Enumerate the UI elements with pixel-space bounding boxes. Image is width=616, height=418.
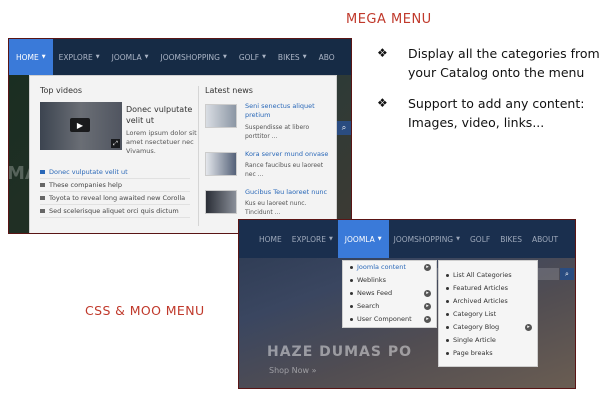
joomla-content-submenu: List All Categories Featured Articles Ar… bbox=[438, 260, 538, 367]
bullet-icon bbox=[446, 352, 449, 355]
hero-title: HAZE DUMAS PO bbox=[267, 344, 413, 360]
submenu-item[interactable]: Category Blog ▸ bbox=[439, 321, 537, 334]
submenu-item[interactable]: Archived Articles bbox=[439, 295, 537, 308]
feature-item: ❖ Display all the categories from your C… bbox=[377, 44, 613, 82]
news-title[interactable]: Gucibus Teu laoreet nunc bbox=[245, 188, 335, 197]
bullet-icon bbox=[446, 287, 449, 290]
nav-item-bikes[interactable]: BIKES ▼ bbox=[272, 39, 313, 75]
news-title[interactable]: Seni senectus aliquet pretium bbox=[245, 102, 335, 120]
caret-down-icon: ▼ bbox=[262, 54, 266, 60]
feature-item: ❖ Support to add any content: Images, vi… bbox=[377, 94, 613, 132]
feature-text: Display all the categories from your Cat… bbox=[408, 46, 600, 80]
search-icon[interactable]: ⌕ bbox=[560, 268, 574, 280]
video-thumbnail[interactable]: ▶ ⤢ bbox=[40, 102, 122, 150]
arrow-right-icon: ▸ bbox=[424, 303, 431, 310]
caret-down-icon: ▼ bbox=[456, 236, 460, 242]
featured-video-title[interactable]: Donec vulputate velit ut bbox=[126, 104, 198, 126]
video-camera-icon bbox=[40, 196, 45, 200]
nav-item-explore[interactable]: EXPLORE ▼ bbox=[287, 220, 338, 258]
news-desc: Suspendisse at libero porttitor ... bbox=[245, 124, 310, 140]
caret-down-icon: ▼ bbox=[222, 54, 227, 60]
news-desc: Kus eu laoreet nunc. Tincidunt ... bbox=[245, 200, 307, 216]
mega-menu-label: MEGA MENU bbox=[346, 12, 432, 27]
bullet-icon bbox=[350, 292, 353, 295]
mega-menu-screenshot: MA ⌕ HOME ▼ EXPLORE ▼ JOOMLA ▼ JOOMSHOPPING… bbox=[8, 38, 352, 234]
submenu-item[interactable]: User Component ▸ bbox=[343, 313, 436, 326]
column-divider bbox=[198, 86, 199, 226]
bullet-icon bbox=[350, 266, 353, 269]
nav-item-explore[interactable]: EXPLORE ▼ bbox=[53, 39, 106, 75]
nav-item-home[interactable]: HOME bbox=[239, 220, 287, 258]
news-thumbnail[interactable] bbox=[205, 152, 237, 176]
diamond-bullet-icon: ❖ bbox=[377, 96, 388, 110]
submenu-item[interactable]: Joomla content ▸ bbox=[343, 261, 436, 274]
submenu-item[interactable]: Page breaks bbox=[439, 347, 537, 360]
nav-item-about[interactable]: ABO bbox=[313, 39, 341, 75]
video-camera-icon bbox=[40, 170, 45, 174]
feature-list: ❖ Display all the categories from your C… bbox=[377, 44, 613, 144]
bullet-icon bbox=[350, 279, 353, 282]
nav-item-golf[interactable]: GOLF bbox=[465, 220, 495, 258]
featured-video-desc: Lorem ipsum dolor sit amet nsectetuer ne… bbox=[126, 129, 197, 155]
nav-item-joomshopping[interactable]: JOOMSHOPPING ▼ bbox=[155, 39, 233, 75]
caret-down-icon: ▼ bbox=[95, 54, 100, 60]
nav-item-joomshopping[interactable]: JOOMSHOPPING ▼ bbox=[389, 220, 465, 258]
play-icon[interactable]: ▶ bbox=[70, 118, 90, 132]
caret-down-icon: ▼ bbox=[377, 236, 382, 242]
nav-item-joomla[interactable]: JOOMLA ▼ bbox=[337, 220, 389, 258]
fullscreen-icon[interactable]: ⤢ bbox=[111, 139, 120, 148]
submenu-item[interactable]: Featured Articles bbox=[439, 282, 537, 295]
nav-item-joomla[interactable]: JOOMLA ▼ bbox=[106, 39, 155, 75]
diamond-bullet-icon: ❖ bbox=[377, 46, 388, 60]
caret-down-icon: ▼ bbox=[41, 54, 46, 60]
submenu-item[interactable]: News Feed ▸ bbox=[343, 287, 436, 300]
video-camera-icon bbox=[40, 183, 45, 187]
video-list-item[interactable]: Sed scelerisque aliquet orci quis dictum bbox=[40, 205, 190, 218]
caret-down-icon: ▼ bbox=[144, 54, 149, 60]
caret-down-icon: ▼ bbox=[302, 54, 307, 60]
caret-down-icon: ▼ bbox=[328, 236, 333, 242]
bullet-icon bbox=[446, 300, 449, 303]
css-moo-menu-label: CSS & MOO MENU bbox=[85, 303, 205, 318]
arrow-right-icon: ▸ bbox=[525, 324, 532, 331]
nav-item-home[interactable]: HOME ▼ bbox=[9, 39, 53, 75]
submenu-item[interactable]: Category List bbox=[439, 308, 537, 321]
nav-item-bikes[interactable]: BIKES bbox=[495, 220, 527, 258]
mega-nav-bar: HOME ▼ EXPLORE ▼ JOOMLA ▼ JOOMSHOPPING ▼ GOL… bbox=[9, 39, 351, 75]
mega-dropdown-panel: Top videos ▶ ⤢ Donec vulputate velit ut … bbox=[29, 75, 337, 233]
bullet-icon bbox=[446, 274, 449, 277]
arrow-right-icon: ▸ bbox=[424, 316, 431, 323]
arrow-right-icon: ▸ bbox=[424, 264, 431, 271]
video-list-item[interactable]: Donec vulputate velit ut bbox=[40, 166, 190, 179]
news-thumbnail[interactable] bbox=[205, 190, 237, 214]
latest-news-heading: Latest news bbox=[205, 86, 253, 95]
submenu-item[interactable]: List All Categories bbox=[439, 269, 537, 282]
joomla-submenu: Joomla content ▸ Weblinks News Feed ▸ Sear… bbox=[342, 260, 437, 328]
video-list-item[interactable]: Toyota to reveal long awaited new Coroll… bbox=[40, 192, 190, 205]
arrow-right-icon: ▸ bbox=[424, 290, 431, 297]
bullet-icon bbox=[446, 326, 449, 329]
bullet-icon bbox=[446, 339, 449, 342]
submenu-item[interactable]: Single Article bbox=[439, 334, 537, 347]
nav-item-about[interactable]: ABOUT bbox=[527, 220, 563, 258]
video-camera-icon bbox=[40, 209, 45, 213]
video-list: Donec vulputate velit ut These companies… bbox=[40, 166, 190, 218]
news-desc: Rance faucibus eu laoreet nec ... bbox=[245, 162, 324, 178]
submenu-item[interactable]: Search ▸ bbox=[343, 300, 436, 313]
hero-shop-link[interactable]: Shop Now » bbox=[269, 366, 317, 375]
bullet-icon bbox=[446, 313, 449, 316]
background-sidebar bbox=[9, 75, 29, 233]
feature-text: Support to add any content: Images, vide… bbox=[408, 96, 585, 130]
nav-item-golf[interactable]: GOLF ▼ bbox=[233, 39, 272, 75]
search-icon[interactable]: ⌕ bbox=[337, 121, 351, 135]
news-thumbnail[interactable] bbox=[205, 104, 237, 128]
submenu-item[interactable]: Weblinks bbox=[343, 274, 436, 287]
video-list-item[interactable]: These companies help bbox=[40, 179, 190, 192]
bullet-icon bbox=[350, 305, 353, 308]
moo-menu-screenshot: HOME EXPLORE ▼ JOOMLA ▼ JOOMSHOPPING ▼ GOLF… bbox=[238, 219, 576, 389]
moo-nav-bar: HOME EXPLORE ▼ JOOMLA ▼ JOOMSHOPPING ▼ GOLF… bbox=[239, 220, 575, 258]
news-title[interactable]: Kora server mund onvase bbox=[245, 150, 335, 159]
bullet-icon bbox=[350, 318, 353, 321]
top-videos-heading: Top videos bbox=[40, 86, 83, 95]
